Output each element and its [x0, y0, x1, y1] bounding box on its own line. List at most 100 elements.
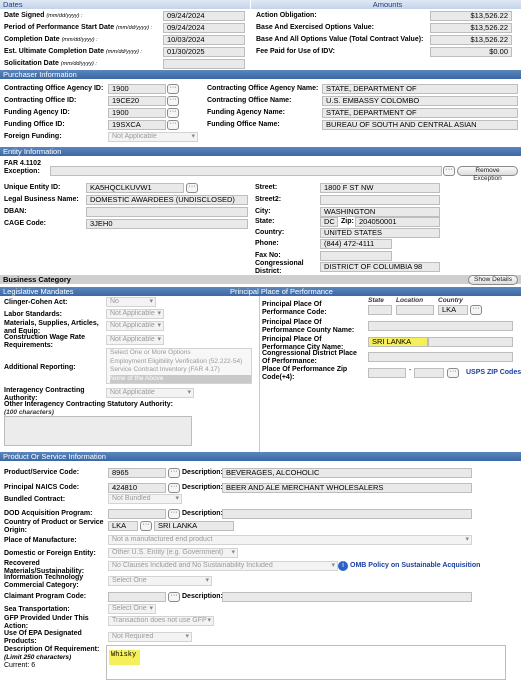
desc-req-value: Whisky	[109, 650, 141, 665]
clinger-select[interactable]: No	[106, 297, 156, 307]
gfp-select[interactable]: Transaction does not use GFP	[108, 616, 214, 626]
pop-country-field[interactable]: LKA	[438, 305, 468, 315]
co-id-lookup-icon[interactable]: ···	[167, 96, 179, 106]
foreign-funding-select[interactable]: Not Applicable	[108, 132, 198, 142]
omb-info-icon[interactable]: i	[338, 561, 348, 571]
fee-idv-field[interactable]: $0.00	[430, 47, 512, 57]
psc-field[interactable]: 8965	[108, 468, 166, 478]
completion-field[interactable]: 10/03/2024	[163, 35, 245, 45]
labor-select[interactable]: Not Applicable	[106, 309, 164, 319]
funding-agency-id-field[interactable]: 1900	[108, 108, 166, 118]
co-name-field[interactable]: U.S. EMBASSY COLOMBO	[322, 96, 518, 106]
desc-req-textarea[interactable]: Whisky	[106, 645, 506, 680]
additional-reporting-listbox[interactable]: Select One or More Options Employment El…	[106, 348, 252, 384]
state-field[interactable]: DC	[320, 217, 338, 227]
street2-field[interactable]	[320, 195, 440, 205]
country-prod-lookup-icon[interactable]: ···	[140, 521, 152, 531]
country-prod-code-field[interactable]: LKA	[108, 521, 138, 531]
recovered-select[interactable]: No Clauses Included and No Sustainabilit…	[108, 561, 338, 571]
dod-desc-field[interactable]	[222, 509, 472, 519]
other-ica-textarea[interactable]	[4, 416, 192, 446]
pop-state-field[interactable]	[368, 305, 392, 315]
claimant-field[interactable]	[108, 592, 166, 602]
epa-select[interactable]: Not Required	[108, 632, 192, 642]
business-category-header: Business Category	[0, 275, 521, 284]
domestic-select[interactable]: Other U.S. Entity (e.g. Government)	[108, 548, 238, 558]
phone-label: Phone:	[255, 240, 279, 247]
pop-start-field[interactable]: 09/24/2024	[163, 23, 245, 33]
base-exercised-field[interactable]: $13,526.22	[430, 23, 512, 33]
country-label: Country:	[255, 229, 285, 236]
claimant-lookup-icon[interactable]: ···	[168, 592, 180, 602]
pop-city-field[interactable]: SRI LANKA	[368, 337, 428, 347]
fax-field[interactable]	[320, 251, 392, 261]
naics-lookup-icon[interactable]: ···	[168, 483, 180, 493]
pop-location-field[interactable]	[396, 305, 434, 315]
usps-zip-codes-link[interactable]: USPS ZIP Codes	[466, 369, 521, 377]
place-header: Principal Place of Performance	[230, 287, 521, 296]
additional-option[interactable]: Employment Eligibility Verification (52.…	[110, 358, 251, 367]
sea-select[interactable]: Select One	[108, 604, 156, 614]
co-id-field[interactable]: 19CE20	[108, 96, 166, 106]
exception-field[interactable]	[50, 166, 442, 176]
additional-option[interactable]: Select One or More Options	[110, 349, 251, 358]
date-signed-field[interactable]: 09/24/2024	[163, 11, 245, 21]
funding-office-lookup-icon[interactable]: ···	[167, 120, 179, 130]
exception-lookup-icon[interactable]: ···	[443, 166, 455, 176]
dod-field[interactable]	[108, 509, 166, 519]
pop-cong-field[interactable]	[368, 352, 513, 362]
pop-country-lookup-icon[interactable]: ···	[470, 305, 482, 315]
pop-zip-field[interactable]	[368, 368, 406, 378]
uei-field[interactable]: KA5HQCLKUVW1	[86, 183, 184, 193]
country-prod-name-field[interactable]: SRI LANKA	[154, 521, 234, 531]
co-agency-name-field[interactable]: STATE, DEPARTMENT OF	[322, 84, 518, 94]
naics-field[interactable]: 424810	[108, 483, 166, 493]
remove-exception-button[interactable]: Remove Exception	[457, 166, 518, 182]
claimant-desc-field[interactable]	[222, 592, 472, 602]
zip-field[interactable]: 204050001	[355, 217, 440, 227]
pop-county-field[interactable]	[368, 321, 513, 331]
cong-district-field[interactable]: DISTRICT OF COLUMBIA 98	[320, 262, 440, 272]
phone-field[interactable]: (844) 472-4111	[320, 239, 392, 249]
base-all-field[interactable]: $13,526.22	[430, 35, 512, 45]
bundled-select[interactable]: Not Bundled	[108, 494, 182, 504]
far-label: FAR 4.1102	[4, 160, 41, 167]
legal-name-field[interactable]: DOMESTIC AWARDEES (UNDISCLOSED)	[86, 195, 248, 205]
est-ult-field[interactable]: 01/30/2025	[163, 47, 245, 57]
funding-agency-name-field[interactable]: STATE, DEPARTMENT OF	[322, 108, 518, 118]
construction-select[interactable]: Not Applicable	[106, 335, 164, 345]
funding-office-id-field[interactable]: 19SXCA	[108, 120, 166, 130]
uei-lookup-icon[interactable]: ···	[186, 183, 198, 193]
additional-option[interactable]: None of the Above	[110, 374, 251, 383]
omb-policy-link[interactable]: OMB Policy on Sustainable Acquisition	[350, 562, 480, 570]
show-details-button[interactable]: Show Details	[468, 275, 518, 285]
pop-zip-lookup-icon[interactable]: ···	[447, 368, 459, 378]
funding-office-name-field[interactable]: BUREAU OF SOUTH AND CENTRAL ASIAN	[322, 120, 518, 130]
naics-desc-field[interactable]: BEER AND ALE MERCHANT WHOLESALERS	[222, 483, 472, 493]
dban-field[interactable]	[86, 207, 248, 217]
city-field[interactable]: WASHINGTON	[320, 207, 440, 217]
pop-zip4-field[interactable]	[414, 368, 444, 378]
co-agency-id-field[interactable]: 1900	[108, 84, 166, 94]
materials-select[interactable]: Not Applicable	[106, 321, 164, 331]
purchaser-header: Purchaser Information	[0, 70, 521, 79]
street-field[interactable]: 1800 F ST NW	[320, 183, 440, 193]
funding-agency-lookup-icon[interactable]: ···	[167, 108, 179, 118]
dod-lookup-icon[interactable]: ···	[168, 509, 180, 519]
solicitation-field[interactable]	[163, 59, 245, 69]
it-category-select[interactable]: Select One	[108, 576, 212, 586]
additional-option[interactable]: Service Contract Inventory (FAR 4.17)	[110, 366, 251, 375]
cage-field[interactable]: 3JEH0	[86, 219, 248, 229]
psc-lookup-icon[interactable]: ···	[168, 468, 180, 478]
country-field[interactable]: UNITED STATES	[320, 228, 440, 238]
construction-label: Construction Wage Rate Requirements:	[4, 334, 86, 349]
action-obligation-field[interactable]: $13,526.22	[430, 11, 512, 21]
pop-city-extra[interactable]	[428, 337, 513, 347]
product-header: Product Or Service Information	[0, 452, 521, 461]
psc-desc-field[interactable]: BEVERAGES, ALCOHOLIC	[222, 468, 472, 478]
pop-code-label: Principal Place Of Performance Code:	[262, 301, 327, 316]
manufacture-select[interactable]: Not a manufactured end product	[108, 535, 472, 545]
claimant-label: Claimant Program Code:	[4, 593, 87, 600]
interagency-select[interactable]: Not Applicable	[106, 388, 194, 398]
co-agency-lookup-icon[interactable]: ···	[167, 84, 179, 94]
